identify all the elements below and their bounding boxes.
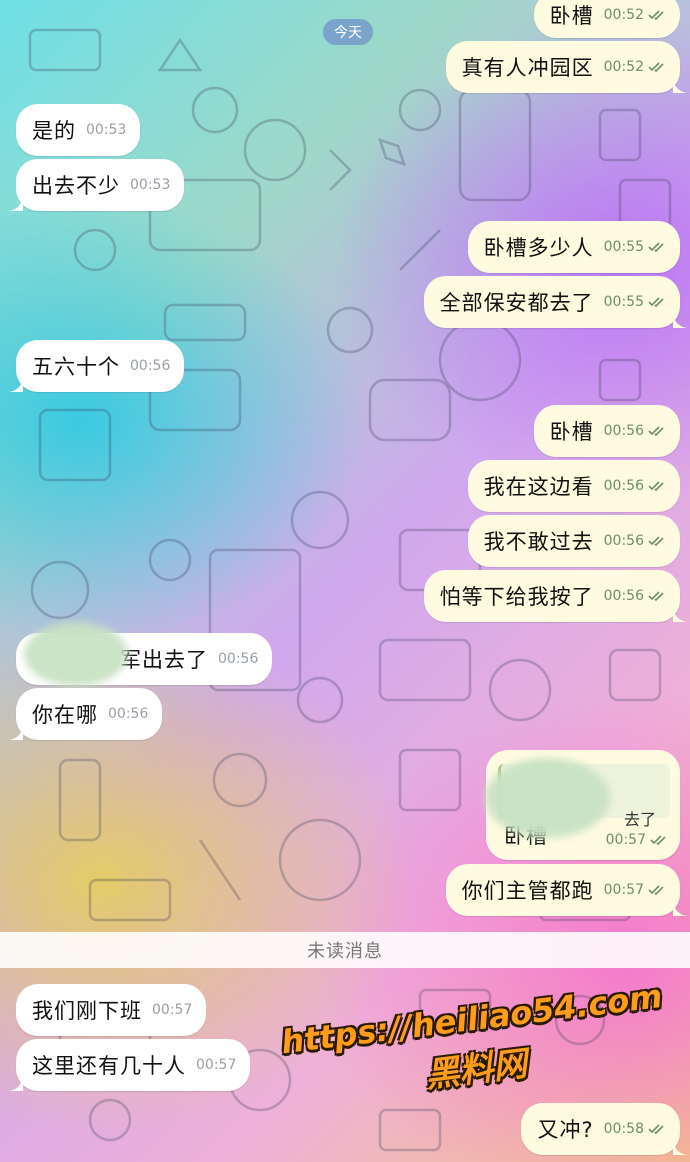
message-bubble-outgoing[interactable]: 卧槽 00:56 <box>533 405 680 457</box>
unread-messages-divider: 未读消息 <box>0 932 690 968</box>
message-meta: 00:56 <box>604 588 666 604</box>
bubble-tail-icon <box>9 726 23 740</box>
read-checkmarks-icon <box>648 536 664 547</box>
message-meta: 00:57 <box>606 832 668 848</box>
message-bubble-outgoing[interactable]: 真有人冲园区 00:52 <box>445 41 687 93</box>
message-meta: 00:53 <box>130 177 170 193</box>
privacy-blur <box>485 758 610 838</box>
message-time: 00:52 <box>603 59 644 75</box>
message-meta: 00:53 <box>86 122 126 138</box>
message-meta: 00:52 <box>604 7 666 23</box>
bubble-tail-icon <box>9 197 23 211</box>
read-checkmarks-icon <box>648 885 664 896</box>
bubble-tail-icon <box>673 902 687 916</box>
message-text: 真有人冲园区 <box>461 56 594 80</box>
read-checkmarks-icon <box>648 297 664 308</box>
message-time: 00:57 <box>196 1057 237 1073</box>
message-bubble-outgoing[interactable]: 怕等下给我按了 00:56 <box>423 570 687 622</box>
message-bubble-outgoing[interactable]: 我不敢过去 00:56 <box>467 515 680 567</box>
message-text: 五六十个 <box>32 355 120 379</box>
message-meta: 00:56 <box>604 533 666 549</box>
message-meta: 00:52 <box>604 59 666 75</box>
message-time: 00:55 <box>603 294 644 310</box>
message-time: 00:56 <box>218 651 259 667</box>
message-text: 全部保安都去了 <box>439 291 594 315</box>
message-text: 我在这边看 <box>483 475 594 499</box>
message-time: 00:53 <box>130 177 171 193</box>
message-time: 00:57 <box>605 832 646 848</box>
read-checkmarks-icon <box>648 242 664 253</box>
message-meta: 00:58 <box>604 1121 666 1137</box>
message-meta: 00:56 <box>218 651 258 667</box>
bubble-tail-icon <box>673 79 687 93</box>
read-checkmarks-icon <box>650 835 666 846</box>
message-time: 00:56 <box>603 588 644 604</box>
message-time: 00:55 <box>603 239 644 255</box>
message-text: 我们刚下班 <box>32 999 142 1023</box>
message-text: 我不敢过去 <box>483 530 594 554</box>
message-text: 卧槽多少人 <box>483 236 594 260</box>
message-meta: 00:57 <box>196 1057 236 1073</box>
message-time: 00:56 <box>130 358 171 374</box>
bubble-tail-icon <box>9 378 23 392</box>
bubble-tail-icon <box>673 1141 687 1155</box>
date-divider-text: 今天 <box>334 25 362 41</box>
bubble-tail-icon <box>673 608 687 622</box>
message-bubble-outgoing[interactable]: 你们主管都跑 00:57 <box>445 864 687 916</box>
message-text: 这里还有几十人 <box>32 1054 186 1078</box>
message-text: 怕等下给我按了 <box>439 585 594 609</box>
privacy-blur <box>24 622 128 686</box>
message-meta: 00:55 <box>604 294 666 310</box>
message-time: 00:57 <box>152 1002 193 1018</box>
message-time: 00:57 <box>603 882 644 898</box>
message-time: 00:56 <box>603 533 644 549</box>
message-time: 00:52 <box>603 7 644 23</box>
message-text: 你在哪 <box>32 703 98 727</box>
read-checkmarks-icon <box>648 426 664 437</box>
message-text: 又冲? <box>537 1118 594 1142</box>
message-bubble-outgoing[interactable]: 我在这边看 00:56 <box>467 460 680 512</box>
message-text: 卧槽 <box>549 420 594 444</box>
read-checkmarks-icon <box>648 591 664 602</box>
message-meta: 00:57 <box>604 882 666 898</box>
message-meta: 00:57 <box>152 1002 192 1018</box>
unread-messages-label: 未读消息 <box>307 941 383 962</box>
message-bubble-incoming[interactable]: 我们刚下班 00:57 <box>16 984 207 1036</box>
message-bubble-outgoing[interactable]: 卧槽多少人 00:55 <box>467 221 680 273</box>
message-meta: 00:56 <box>604 478 666 494</box>
message-meta: 00:56 <box>108 706 148 722</box>
message-bubble-incoming[interactable]: 是的 00:53 <box>16 104 141 156</box>
message-text: 是的 <box>32 119 76 143</box>
date-divider: 今天 <box>323 19 373 45</box>
message-text: 出去不少 <box>32 174 120 198</box>
message-time: 00:58 <box>603 1121 644 1137</box>
message-text: 卧槽 <box>549 4 594 28</box>
bubble-tail-icon <box>673 314 687 328</box>
read-checkmarks-icon <box>648 62 664 73</box>
message-text: 军出去了 <box>120 648 208 672</box>
message-time: 00:53 <box>86 122 127 138</box>
read-checkmarks-icon <box>648 10 664 21</box>
message-text: 你们主管都跑 <box>461 879 594 903</box>
message-time: 00:56 <box>603 478 644 494</box>
message-bubble-incoming[interactable]: 你在哪 00:56 <box>9 688 163 740</box>
message-meta: 00:56 <box>604 423 666 439</box>
message-bubble-incoming[interactable]: 出去不少 00:53 <box>9 159 185 211</box>
message-time: 00:56 <box>108 706 149 722</box>
message-time: 00:56 <box>603 423 644 439</box>
message-bubble-outgoing[interactable]: 卧槽 00:52 <box>533 0 680 38</box>
message-meta: 00:56 <box>130 358 170 374</box>
read-checkmarks-icon <box>648 1124 664 1135</box>
reply-quote-text: 去了 <box>623 810 656 829</box>
read-checkmarks-icon <box>648 481 664 492</box>
message-bubble-incoming[interactable]: 这里还有几十人 00:57 <box>9 1039 251 1091</box>
message-bubble-outgoing[interactable]: 全部保安都去了 00:55 <box>423 276 687 328</box>
bubble-tail-icon <box>9 1077 23 1091</box>
message-bubble-incoming[interactable]: 五六十个 00:56 <box>9 340 185 392</box>
message-meta: 00:55 <box>604 239 666 255</box>
